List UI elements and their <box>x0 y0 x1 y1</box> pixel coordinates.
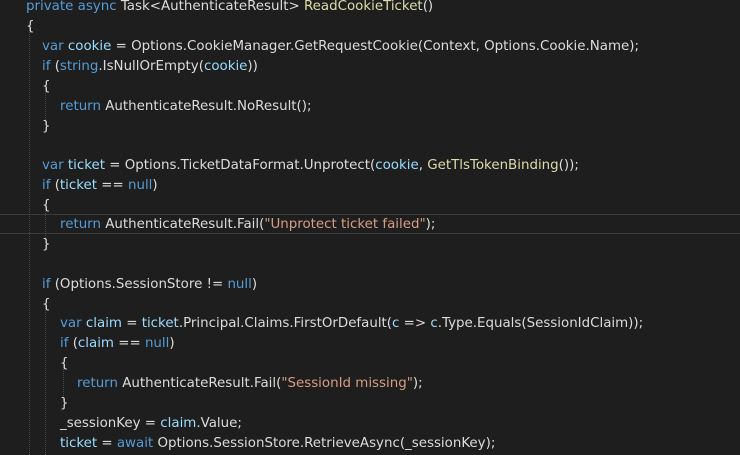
code-token: .Type.Equals(SessionIdClaim)); <box>437 316 644 331</box>
code-token: == <box>113 336 145 351</box>
code-token: return <box>60 217 101 232</box>
code-line[interactable]: var ticket = Options.TicketDataFormat.Un… <box>42 156 579 176</box>
code-token: ); <box>412 376 423 391</box>
code-token: = Options.CookieManager.GetRequestCookie… <box>111 39 639 54</box>
code-token: cookie <box>203 59 248 74</box>
code-token: GetTlsTokenBinding <box>427 158 559 173</box>
code-token: _sessionKey = <box>60 416 161 431</box>
code-line[interactable]: if (ticket == null) <box>42 176 158 196</box>
code-token: await <box>116 436 154 451</box>
code-token: .Value; <box>196 416 242 431</box>
code-token: ticket <box>67 158 106 173</box>
code-token: "Unprotect ticket failed" <box>264 217 426 232</box>
code-token: ) <box>251 277 258 292</box>
code-token: string <box>59 59 99 74</box>
code-token: ReadCookieTicket <box>303 0 423 14</box>
code-token: null <box>227 277 252 292</box>
code-line[interactable]: return AuthenticateResult.Fail("SessionI… <box>77 374 423 394</box>
code-token: { <box>60 356 69 371</box>
code-token: ( <box>50 59 60 74</box>
indent-guide <box>29 25 30 455</box>
code-token: c <box>430 316 438 331</box>
code-token: null <box>127 178 153 193</box>
code-token: () <box>422 0 434 14</box>
code-editor[interactable]: private async Task<AuthenticateResult> R… <box>0 0 740 455</box>
code-token: } <box>42 237 51 252</box>
code-line[interactable]: ticket = await Options.SessionStore.Retr… <box>60 434 495 454</box>
code-token: var <box>60 316 82 331</box>
code-token: return <box>77 376 118 391</box>
code-token: ( <box>50 178 60 193</box>
code-token: .Principal.Claims.FirstOrDefault( <box>178 316 393 331</box>
code-token: AuthenticateResult.Fail( <box>117 376 282 391</box>
code-line[interactable]: private async Task<AuthenticateResult> R… <box>26 0 433 17</box>
code-token: { <box>26 19 35 34</box>
code-token: null <box>144 336 170 351</box>
code-token: } <box>42 119 51 134</box>
code-token: "SessionId missing" <box>281 376 413 391</box>
code-token: return <box>60 99 101 114</box>
code-token: { <box>42 297 51 312</box>
code-token: cookie <box>67 39 112 54</box>
code-token: , <box>418 158 428 173</box>
code-token: claim <box>85 316 122 331</box>
code-line[interactable]: return AuthenticateResult.Fail("Unprotec… <box>60 215 435 235</box>
code-line[interactable]: } <box>42 235 51 255</box>
code-line[interactable]: if (Options.SessionStore != null) <box>42 275 257 295</box>
code-line[interactable]: var claim = ticket.Principal.Claims.Firs… <box>60 314 643 334</box>
code-token: ticket <box>59 178 98 193</box>
code-token: { <box>42 198 51 213</box>
code-token: ticket <box>141 316 179 331</box>
code-token: AuthenticateResult.Fail( <box>100 217 265 232</box>
code-token: ()); <box>558 158 579 173</box>
code-line[interactable]: if (claim == null) <box>60 334 175 354</box>
code-token: ); <box>425 217 436 232</box>
code-token: claim <box>160 416 197 431</box>
code-token: == <box>97 178 128 193</box>
code-token: claim <box>77 336 114 351</box>
code-token: ( <box>68 336 78 351</box>
code-token: async <box>77 0 117 14</box>
code-token: ) <box>169 336 175 351</box>
indent-guide <box>45 304 46 455</box>
code-line[interactable]: if (string.IsNullOrEmpty(cookie)) <box>42 57 258 77</box>
code-token: ) <box>152 178 158 193</box>
code-token: cookie <box>375 158 419 173</box>
code-line[interactable]: _sessionKey = claim.Value; <box>60 414 242 434</box>
code-token: = <box>97 436 117 451</box>
code-line[interactable]: return AuthenticateResult.NoResult(); <box>60 97 312 117</box>
code-token: private <box>26 0 74 14</box>
code-token: AuthenticateResult.NoResult(); <box>100 99 312 114</box>
code-line[interactable]: var cookie = Options.CookieManager.GetRe… <box>42 37 639 57</box>
code-token: Task<AuthenticateResult> <box>116 0 304 14</box>
code-token: var <box>42 158 64 173</box>
code-line[interactable]: { <box>42 295 51 315</box>
code-line[interactable]: { <box>60 354 69 374</box>
code-line[interactable]: { <box>42 196 51 216</box>
code-token: var <box>42 39 64 54</box>
code-token: ticket <box>60 436 98 451</box>
code-token: Options.SessionStore.RetrieveAsync(_sess… <box>153 436 496 451</box>
code-token: .IsNullOrEmpty( <box>98 59 204 74</box>
code-line[interactable]: } <box>60 394 69 414</box>
code-token: => <box>399 316 431 331</box>
code-token: = <box>121 316 142 331</box>
code-line[interactable]: { <box>26 17 35 37</box>
code-token: (Options.SessionStore != <box>50 277 228 292</box>
code-token: )) <box>247 59 258 74</box>
code-line[interactable]: } <box>42 117 51 137</box>
code-token: = Options.TicketDataFormat.Unprotect( <box>105 158 376 173</box>
code-line[interactable]: { <box>42 77 51 97</box>
code-token: } <box>60 396 69 411</box>
code-token: { <box>42 79 51 94</box>
